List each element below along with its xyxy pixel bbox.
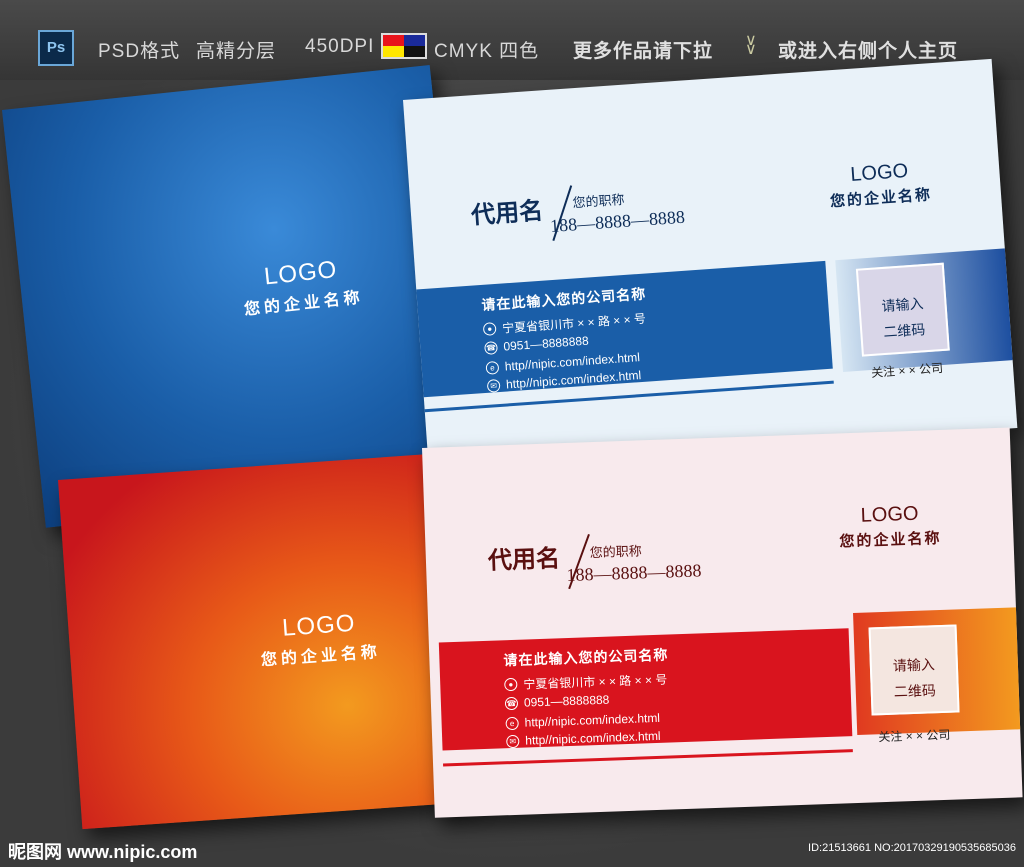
blue-tel: 0951—8888888 xyxy=(502,333,590,354)
red-url1-row: e http//nipic.com/index.html xyxy=(505,711,660,730)
blue-tel-row: ☎ 0951—8888888 xyxy=(484,334,589,355)
red-logo-text: LOGO xyxy=(860,502,919,527)
red-card-back: LOGO 您的企业名称 xyxy=(58,452,472,830)
blue-info-band: 请在此输入您的公司名称 ● 宁夏省银川市 × × 路 × × 号 ☎ 0951—88… xyxy=(416,260,833,398)
phone-icon: ☎ xyxy=(484,340,498,355)
phone-icon: ☎ xyxy=(504,696,519,710)
red-qr-placeholder: 请输入 二维码 xyxy=(868,624,960,716)
location-icon: ● xyxy=(504,677,518,692)
red-follow: 关注 × × 公司 xyxy=(878,727,951,745)
layers-label: 高精分层 xyxy=(196,41,277,62)
red-card-front: 代用名 您的职称 188—8888—8888 LOGO 您的企业名称 请在此输入… xyxy=(422,427,1023,818)
location-icon: ● xyxy=(482,322,497,336)
red-phone: 188—8888—8888 xyxy=(566,560,702,586)
red-baseline xyxy=(443,749,853,767)
blue-logo-block: LOGO 您的企业名称 xyxy=(804,157,957,213)
homepage-label: 或进入右侧个人主页 xyxy=(778,41,959,62)
image-id-text: ID:21513661 NO:20170329190535685036 xyxy=(808,842,1016,854)
blue-back-logo: LOGO 您的企业名称 xyxy=(190,248,414,325)
blue-name: 代用名 xyxy=(470,198,545,230)
blue-address: 宁夏省银川市 × × 路 × × 号 xyxy=(501,311,647,336)
photoshop-icon: Ps xyxy=(38,30,74,66)
web-icon: e xyxy=(485,360,500,375)
dpi-label: 450DPI xyxy=(305,36,375,57)
color-mode-label: CMYK 四色 xyxy=(434,41,540,62)
red-logo-block: LOGO 您的企业名称 xyxy=(814,501,966,552)
red-url2: http//nipic.com/index.html xyxy=(525,728,661,748)
format-label: PSD格式 xyxy=(98,41,181,62)
red-info-band: 请在此输入您的公司名称 ● 宁夏省银川市 × × 路 × × 号 ☎ 0951—88… xyxy=(438,628,853,751)
blue-qr-line2: 二维码 xyxy=(882,321,926,341)
red-back-logo: LOGO 您的企业名称 xyxy=(208,605,431,674)
red-address-row: ● 宁夏省银川市 × × 路 × × 号 xyxy=(504,671,668,694)
blue-qr-placeholder: 请输入 二维码 xyxy=(855,262,950,357)
blue-phone: 188—8888—8888 xyxy=(549,206,686,237)
more-works-label: 更多作品请下拉 xyxy=(573,41,714,62)
mail-icon: ✉ xyxy=(486,378,501,393)
red-band-company: 请在此输入您的公司名称 xyxy=(503,646,669,669)
red-qr-line2: 二维码 xyxy=(893,682,937,700)
blue-job-title: 您的职称 xyxy=(572,191,626,211)
blue-address-row: ● 宁夏省银川市 × × 路 × × 号 xyxy=(482,310,647,338)
red-tel: 0951—8888888 xyxy=(523,692,610,710)
blue-card-front: 代用名 您的职称 188—8888—8888 LOGO 您的企业名称 请在此输入… xyxy=(403,58,1018,470)
web-icon: e xyxy=(505,716,519,730)
cmyk-swatch-icon xyxy=(381,33,427,59)
site-watermark: 昵图网 www.nipic.com xyxy=(8,842,198,862)
red-url1: http//nipic.com/index.html xyxy=(524,710,661,730)
mail-icon: ✉ xyxy=(506,734,520,748)
chevron-down-icon: ∨ ∨ xyxy=(745,32,757,58)
red-name: 代用名 xyxy=(487,546,561,575)
blue-follow: 关注 × × 公司 xyxy=(870,360,944,380)
red-address: 宁夏省银川市 × × 路 × × 号 xyxy=(523,672,668,692)
red-qr-line1: 请输入 xyxy=(892,656,936,674)
red-job-title: 您的职称 xyxy=(589,543,643,561)
red-url2-row: ✉ http//nipic.com/index.html xyxy=(506,729,661,748)
red-tel-row: ☎ 0951—8888888 xyxy=(504,692,610,711)
red-company-name: 您的企业名称 xyxy=(839,529,942,551)
